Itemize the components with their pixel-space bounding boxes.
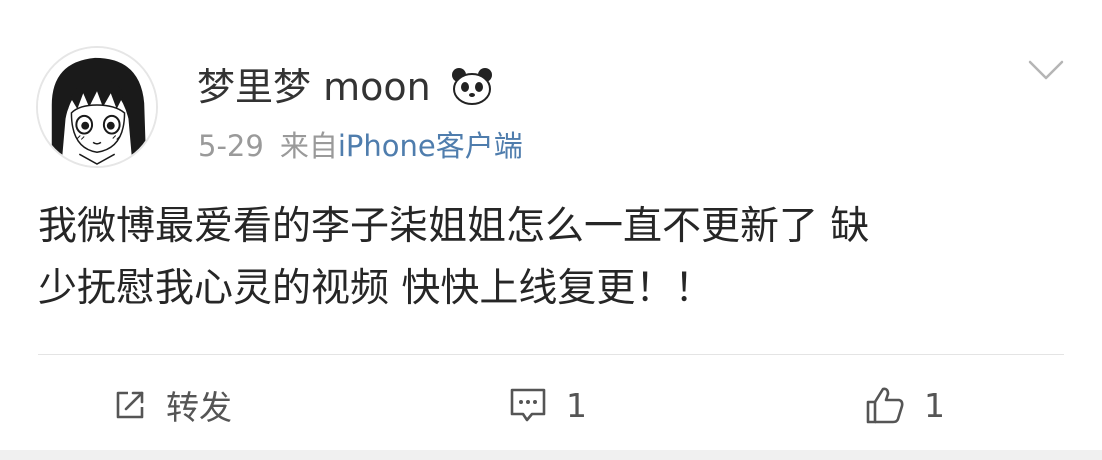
chevron-down-icon[interactable] [1028, 58, 1064, 82]
comment-button[interactable]: 1 [508, 380, 587, 430]
divider [38, 354, 1064, 355]
comment-count: 1 [566, 385, 587, 425]
avatar[interactable] [36, 46, 158, 168]
repost-button[interactable]: 转发 [112, 380, 232, 430]
comment-icon [510, 388, 546, 422]
panda-icon [452, 68, 492, 105]
avatar-illustration [38, 48, 156, 166]
source-device-link[interactable]: iPhone客户端 [338, 129, 523, 163]
like-button[interactable]: 1 [864, 380, 945, 430]
post-meta: 5-29 来自iPhone客户端 [198, 124, 523, 168]
repost-label: 转发 [166, 388, 232, 427]
username[interactable]: 梦里梦 moon [197, 60, 431, 114]
thumbs-up-icon [866, 387, 904, 424]
source-prefix: 来自 [279, 129, 338, 163]
repost-icon [116, 391, 144, 419]
post-date: 5-29 [198, 129, 264, 163]
weibo-post-card: 梦里梦 moon 5-29 来自iPhone客户端 我微博最爱看的李子柒姐姐怎么一… [0, 0, 1102, 460]
post-content: 我微博最爱看的李子柒姐姐怎么一直不更新了 缺 少抚慰我心灵的视频 快快上线复更！… [38, 204, 870, 311]
like-count: 1 [924, 385, 945, 425]
bottom-strip [0, 450, 1102, 460]
